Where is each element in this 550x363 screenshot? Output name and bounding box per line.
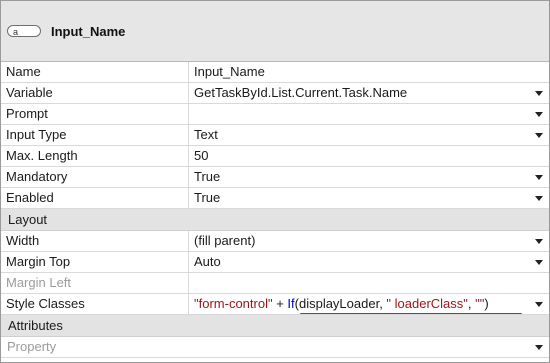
chevron-down-icon[interactable] <box>535 302 543 307</box>
property-value-prompt[interactable] <box>190 104 549 124</box>
property-value-text: Auto <box>194 254 221 269</box>
property-row-mandatory[interactable]: Mandatory True <box>1 167 549 188</box>
expression-string-literal: " loaderClass" <box>386 296 468 311</box>
chevron-down-icon[interactable] <box>535 112 543 117</box>
expression-operator: + <box>272 296 288 311</box>
property-value-text: (fill parent) <box>194 233 256 248</box>
chevron-down-icon[interactable] <box>535 133 543 138</box>
property-label: Margin Top <box>1 252 189 272</box>
property-row-width[interactable]: Width (fill parent) <box>1 231 549 252</box>
expression-keyword: If <box>287 296 295 311</box>
property-row-new-attribute[interactable]: Property <box>1 337 549 358</box>
property-label: Margin Left <box>1 273 189 293</box>
expression-close-paren: ) <box>484 296 489 311</box>
property-row-margin-top[interactable]: Margin Top Auto <box>1 252 549 273</box>
chevron-down-icon[interactable] <box>535 175 543 180</box>
chevron-down-icon[interactable] <box>535 239 543 244</box>
attribute-property-select[interactable]: Property <box>1 337 549 357</box>
chevron-down-icon[interactable] <box>535 260 543 265</box>
property-value-margin-left <box>190 273 549 293</box>
input-widget-icon: a <box>7 25 41 37</box>
expression-string-literal: "" <box>475 296 485 311</box>
section-header-attributes[interactable]: Attributes <box>1 315 549 337</box>
property-label: Name <box>1 62 189 82</box>
property-value-input-type[interactable]: Text <box>190 125 549 145</box>
property-value-max-length[interactable]: 50 <box>190 146 549 166</box>
properties-panel: a Input_Name Name Input_Name Variable Ge… <box>0 0 550 363</box>
property-row-input-type[interactable]: Input Type Text <box>1 125 549 146</box>
property-row-margin-left: Margin Left <box>1 273 549 294</box>
property-row-name[interactable]: Name Input_Name <box>1 62 549 83</box>
expression-argument: (displayLoader, <box>294 296 387 311</box>
property-label: Input Type <box>1 125 189 145</box>
property-value-text: Text <box>194 127 218 142</box>
property-value-text: True <box>194 190 221 205</box>
property-value-text: GetTaskById.List.Current.Task.Name <box>194 85 408 100</box>
property-label: Width <box>1 231 189 251</box>
property-label: Max. Length <box>1 146 189 166</box>
property-label: Mandatory <box>1 167 189 187</box>
section-header-layout[interactable]: Layout <box>1 209 549 231</box>
property-row-variable[interactable]: Variable GetTaskById.List.Current.Task.N… <box>1 83 549 104</box>
properties-header: a Input_Name <box>1 1 549 62</box>
property-value-width[interactable]: (fill parent) <box>190 231 549 251</box>
property-value-text: Input_Name <box>194 64 265 79</box>
property-value-mandatory[interactable]: True <box>190 167 549 187</box>
property-label: Variable <box>1 83 189 103</box>
property-row-prompt[interactable]: Prompt <box>1 104 549 125</box>
highlight-underline <box>300 313 522 314</box>
expression-string-literal: "form-control" <box>194 296 273 311</box>
property-label: Enabled <box>1 188 189 208</box>
property-value-enabled[interactable]: True <box>190 188 549 208</box>
property-value-margin-top[interactable]: Auto <box>190 252 549 272</box>
property-row-style-classes[interactable]: Style Classes "form-control" + If(displa… <box>1 294 549 315</box>
property-label: Style Classes <box>1 294 189 314</box>
property-row-enabled[interactable]: Enabled True <box>1 188 549 209</box>
property-value-variable[interactable]: GetTaskById.List.Current.Task.Name <box>190 83 549 103</box>
chevron-down-icon[interactable] <box>535 345 543 350</box>
style-classes-expression[interactable]: "form-control" + If(displayLoader, " loa… <box>190 294 549 314</box>
property-grid: Name Input_Name Variable GetTaskById.Lis… <box>1 62 549 358</box>
chevron-down-icon[interactable] <box>535 91 543 96</box>
expression-text: "form-control" + If(displayLoader, " loa… <box>194 294 489 314</box>
property-label: Prompt <box>1 104 189 124</box>
chevron-down-icon[interactable] <box>535 196 543 201</box>
widget-name-title: Input_Name <box>51 23 126 39</box>
property-value-text: True <box>194 169 221 184</box>
property-value-text: 50 <box>194 148 209 163</box>
property-row-max-length[interactable]: Max. Length 50 <box>1 146 549 167</box>
property-value-name[interactable]: Input_Name <box>190 62 549 82</box>
property-placeholder-text: Property <box>7 339 57 354</box>
